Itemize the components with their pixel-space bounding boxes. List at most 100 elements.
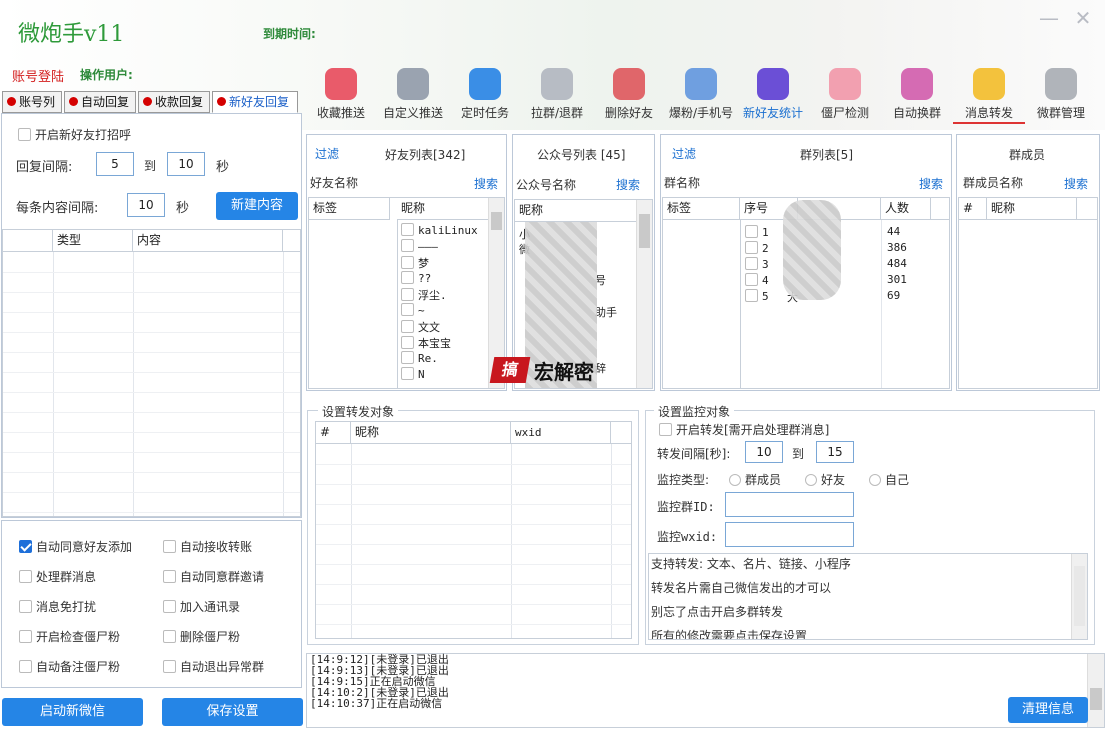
option-checkbox[interactable] (163, 660, 176, 673)
minimize-button[interactable]: — (1038, 6, 1060, 30)
option-checkbox[interactable] (19, 660, 32, 673)
option-2[interactable]: 处理群消息 (19, 568, 96, 585)
radio-circle[interactable] (805, 474, 817, 486)
radio-self[interactable]: 自己 (869, 471, 909, 488)
member-search-link[interactable]: 搜索 (1064, 175, 1088, 192)
friend-checkbox[interactable] (401, 256, 414, 269)
forward-interval-to[interactable]: 15 (816, 441, 854, 463)
toolbar-zombie-face-button[interactable]: 僵尸检测 (809, 68, 881, 124)
start-wechat-button[interactable]: 启动新微信 (2, 698, 143, 726)
friend-item[interactable]: ?? (401, 271, 431, 285)
group-row-no[interactable]: 1 (745, 225, 769, 239)
friend-search-link[interactable]: 搜索 (474, 175, 498, 192)
tab-payment-reply[interactable]: 收款回复 (138, 91, 210, 113)
greeting-enable[interactable]: 开启新好友打招呼 (18, 126, 131, 143)
toolbar-users-button[interactable]: 拉群/退群 (521, 68, 593, 124)
login-label[interactable]: 账号登陆 (12, 66, 64, 85)
friend-item[interactable]: ~ (401, 303, 425, 317)
toolbar-gear-button[interactable]: 微群管理 (1025, 68, 1097, 124)
option-9[interactable]: 自动退出异常群 (163, 658, 264, 675)
option-0[interactable]: 自动同意好友添加 (19, 538, 132, 555)
official-scrollbar[interactable] (636, 200, 652, 388)
friend-item[interactable]: ——— (401, 239, 438, 253)
friend-checkbox[interactable] (401, 223, 414, 236)
group-list-title: 群列表[5] (800, 148, 853, 162)
friend-item[interactable]: 梦 (401, 255, 429, 271)
log-scrollbar[interactable] (1087, 654, 1104, 727)
friend-checkbox[interactable] (401, 288, 414, 301)
toolbar-contact-card-button[interactable]: 定时任务 (449, 68, 521, 124)
friend-checkbox[interactable] (401, 239, 414, 252)
option-1[interactable]: 自动接收转账 (163, 538, 252, 555)
group-search-link[interactable]: 搜索 (919, 175, 943, 192)
option-checkbox[interactable] (163, 570, 176, 583)
option-5[interactable]: 加入通讯录 (163, 598, 240, 615)
monitor-enable-checkbox[interactable] (659, 423, 672, 436)
group-row-no[interactable]: 2 (745, 241, 769, 255)
greeting-enable-checkbox[interactable] (18, 128, 31, 141)
toolbar-favorite-button[interactable]: 收藏推送 (305, 68, 377, 124)
tab-account-list[interactable]: 账号列 (2, 91, 62, 113)
group-checkbox[interactable] (745, 273, 758, 286)
group-checkbox[interactable] (745, 225, 758, 238)
friend-item[interactable]: 文文 (401, 319, 440, 335)
toolbar-switch-group-button[interactable]: 自动换群 (881, 68, 953, 124)
option-checkbox[interactable] (19, 600, 32, 613)
friend-item[interactable]: N (401, 367, 425, 381)
option-checkbox[interactable] (19, 540, 32, 553)
tips-scrollbar[interactable] (1071, 554, 1087, 639)
save-settings-button[interactable]: 保存设置 (162, 698, 303, 726)
friend-item[interactable]: kaliLinux (401, 223, 478, 237)
toolbar-message-forward-button[interactable]: 消息转发 (953, 68, 1025, 124)
friend-checkbox[interactable] (401, 271, 414, 284)
group-row-no[interactable]: 4 (745, 273, 769, 287)
radio-circle[interactable] (869, 474, 881, 486)
clear-log-button[interactable]: 清理信息 (1008, 697, 1088, 723)
group-checkbox[interactable] (745, 241, 758, 254)
close-button[interactable]: ✕ (1072, 6, 1094, 30)
group-checkbox[interactable] (745, 257, 758, 270)
toolbar-remove-user-button[interactable]: 删除好友 (593, 68, 665, 124)
friend-item[interactable]: 本宝宝 (401, 335, 451, 351)
group-checkbox[interactable] (745, 289, 758, 302)
friend-item[interactable]: Re. (401, 351, 438, 365)
group-row-no[interactable]: 5 (745, 289, 769, 303)
tab-auto-reply[interactable]: 自动回复 (64, 91, 136, 113)
content-interval-input[interactable]: 10 (127, 193, 165, 217)
radio-member[interactable]: 群成员 (729, 471, 781, 488)
option-checkbox[interactable] (19, 570, 32, 583)
friend-checkbox[interactable] (401, 320, 414, 333)
interval-from-input[interactable]: 5 (96, 152, 134, 176)
interval-to-input[interactable]: 10 (167, 152, 205, 176)
radio-friend[interactable]: 好友 (805, 471, 845, 488)
tab-new-friend-reply[interactable]: 新好友回复 (212, 91, 298, 113)
official-search-link[interactable]: 搜索 (616, 176, 640, 193)
option-checkbox[interactable] (163, 540, 176, 553)
friend-checkbox[interactable] (401, 303, 414, 316)
option-checkbox[interactable] (163, 630, 176, 643)
radio-circle[interactable] (729, 474, 741, 486)
option-checkbox[interactable] (163, 600, 176, 613)
monitor-group-id-input[interactable] (725, 492, 854, 517)
option-7[interactable]: 删除僵尸粉 (163, 628, 240, 645)
group-filter-link[interactable]: 过滤 (672, 145, 696, 162)
option-4[interactable]: 消息免打扰 (19, 598, 96, 615)
friend-checkbox[interactable] (401, 336, 414, 349)
option-6[interactable]: 开启检查僵尸粉 (19, 628, 120, 645)
group-row-no[interactable]: 3 (745, 257, 769, 271)
toolbar-paper-plane-button[interactable]: 自定义推送 (377, 68, 449, 124)
friend-checkbox[interactable] (401, 367, 414, 380)
friend-checkbox[interactable] (401, 351, 414, 364)
monitor-wxid-input[interactable] (725, 522, 854, 547)
friend-item[interactable]: 浮尘. (401, 287, 447, 303)
forward-interval-from[interactable]: 10 (745, 441, 783, 463)
option-checkbox[interactable] (19, 630, 32, 643)
official-item[interactable]: 助手 (595, 304, 617, 320)
monitor-enable[interactable]: 开启转发[需开启处理群消息] (659, 421, 829, 438)
toolbar-new-user-button[interactable]: 新好友统计 (737, 68, 809, 124)
toolbar-user-info-button[interactable]: 爆粉/手机号 (665, 68, 737, 124)
option-8[interactable]: 自动备注僵尸粉 (19, 658, 120, 675)
new-content-button[interactable]: 新建内容 (216, 192, 298, 220)
option-3[interactable]: 自动同意群邀请 (163, 568, 264, 585)
friend-filter-link[interactable]: 过滤 (315, 145, 339, 162)
